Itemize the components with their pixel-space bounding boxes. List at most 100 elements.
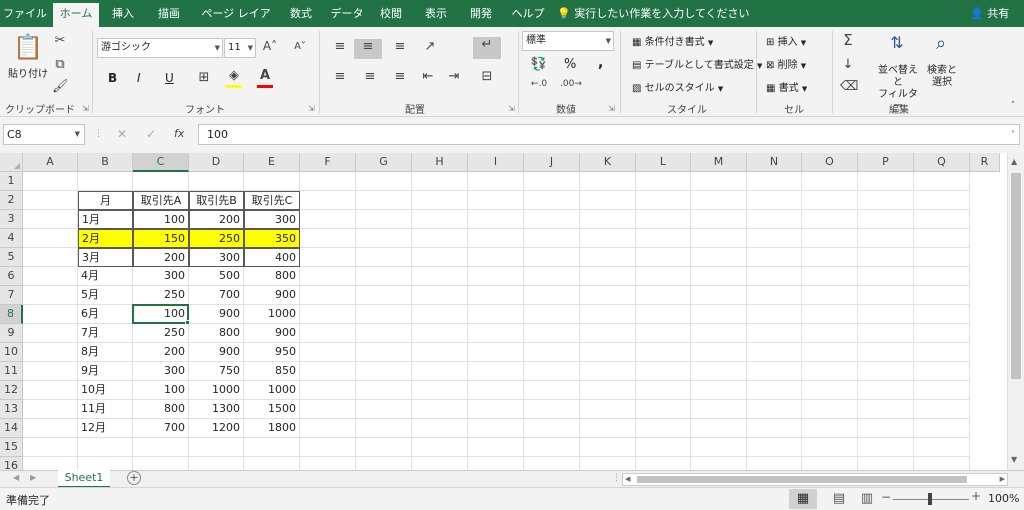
table-header-cell[interactable]: 取引先B — [189, 191, 244, 210]
tab-page-layout[interactable]: ページ レイアウト — [196, 0, 276, 47]
cell-o12[interactable] — [802, 381, 858, 400]
insert-function-button[interactable]: fx — [174, 127, 184, 140]
column-header-g[interactable]: G — [356, 153, 412, 172]
tab-draw[interactable]: 描画 — [150, 0, 188, 27]
cell-h8[interactable] — [412, 305, 468, 324]
row-header-2[interactable]: 2 — [0, 191, 23, 210]
cell-o15[interactable] — [802, 438, 858, 457]
cell-j13[interactable] — [524, 400, 580, 419]
cell-o9[interactable] — [802, 324, 858, 343]
cell-f11[interactable] — [300, 362, 356, 381]
cell-g13[interactable] — [356, 400, 412, 419]
cell-m16[interactable] — [691, 457, 747, 470]
cell-b12[interactable]: 10月 — [78, 381, 133, 400]
cell-d6[interactable]: 500 — [189, 267, 244, 286]
cell-f12[interactable] — [300, 381, 356, 400]
cell-f4[interactable] — [300, 229, 356, 248]
cell-m12[interactable] — [691, 381, 747, 400]
cell-a16[interactable] — [23, 457, 78, 470]
cell-q11[interactable] — [914, 362, 970, 381]
increase-decimal-icon[interactable]: ←.0 — [530, 79, 548, 89]
find-select-icon[interactable]: ⌕ — [929, 33, 953, 54]
cell-p13[interactable] — [858, 400, 914, 419]
cell-h7[interactable] — [412, 286, 468, 305]
cell-h4[interactable] — [412, 229, 468, 248]
table-header-cell[interactable]: 月 — [78, 191, 133, 210]
cell-k3[interactable] — [580, 210, 636, 229]
cell-q16[interactable] — [914, 457, 970, 470]
cell-e3[interactable]: 300 — [244, 210, 300, 229]
font-launcher-icon[interactable]: ⇲ — [308, 104, 315, 113]
cell-j1[interactable] — [524, 172, 580, 191]
cell-m5[interactable] — [691, 248, 747, 267]
cell-o14[interactable] — [802, 419, 858, 438]
tab-insert[interactable]: 挿入 — [104, 0, 142, 27]
cell-h11[interactable] — [412, 362, 468, 381]
cell-o11[interactable] — [802, 362, 858, 381]
column-header-c[interactable]: C — [133, 153, 189, 172]
cell-e5[interactable]: 400 — [244, 248, 300, 267]
font-size-combo[interactable]: 11 ▼ — [224, 38, 256, 58]
cell-i11[interactable] — [468, 362, 524, 381]
cell-h12[interactable] — [412, 381, 468, 400]
zoom-slider-thumb[interactable] — [928, 493, 932, 505]
grow-font-icon[interactable]: A˄ — [262, 39, 278, 53]
cell-g6[interactable] — [356, 267, 412, 286]
cell-p1[interactable] — [858, 172, 914, 191]
cell-c14[interactable]: 700 — [133, 419, 189, 438]
cell-a1[interactable] — [23, 172, 78, 191]
cell-h5[interactable] — [412, 248, 468, 267]
cell-m2[interactable] — [691, 191, 747, 210]
tab-split-grip-icon[interactable]: ⋮ — [612, 473, 621, 483]
cell-i1[interactable] — [468, 172, 524, 191]
align-bottom-icon[interactable]: ≡ — [392, 39, 408, 54]
cell-n8[interactable] — [747, 305, 802, 324]
cell-m13[interactable] — [691, 400, 747, 419]
cell-o13[interactable] — [802, 400, 858, 419]
cell-l15[interactable] — [636, 438, 691, 457]
cell-e4[interactable]: 350 — [244, 229, 300, 248]
cell-d9[interactable]: 800 — [189, 324, 244, 343]
cell-h14[interactable] — [412, 419, 468, 438]
cell-b10[interactable]: 8月 — [78, 343, 133, 362]
sort-filter-icon[interactable]: ⇅ — [884, 33, 910, 52]
cell-a7[interactable] — [23, 286, 78, 305]
column-header-j[interactable]: J — [524, 153, 580, 172]
merge-center-icon[interactable]: ⊟ — [478, 69, 496, 84]
tab-file[interactable]: ファイル — [0, 0, 50, 27]
add-sheet-icon[interactable]: + — [127, 471, 141, 485]
copy-icon[interactable]: ⧉ — [52, 57, 68, 72]
cut-icon[interactable]: ✂ — [52, 33, 68, 48]
tab-view[interactable]: 表示 — [418, 0, 454, 27]
sheet-tab-sheet1[interactable]: Sheet1 — [58, 470, 110, 488]
cell-i5[interactable] — [468, 248, 524, 267]
cell-j14[interactable] — [524, 419, 580, 438]
cell-g5[interactable] — [356, 248, 412, 267]
cell-e8[interactable]: 1000 — [244, 305, 300, 324]
cell-l16[interactable] — [636, 457, 691, 470]
font-name-combo[interactable]: 游ゴシック ▼ — [97, 38, 223, 58]
tab-formulas[interactable]: 数式 — [283, 0, 319, 27]
cell-c1[interactable] — [133, 172, 189, 191]
find-select-button[interactable]: 検索と 選択 — [926, 65, 958, 89]
cell-e11[interactable]: 850 — [244, 362, 300, 381]
cancel-icon[interactable]: ✕ — [117, 127, 127, 141]
cell-p16[interactable] — [858, 457, 914, 470]
cell-o6[interactable] — [802, 267, 858, 286]
cell-q10[interactable] — [914, 343, 970, 362]
cell-a15[interactable] — [23, 438, 78, 457]
cell-n2[interactable] — [747, 191, 802, 210]
cell-p10[interactable] — [858, 343, 914, 362]
cell-b4[interactable]: 2月 — [78, 229, 133, 248]
cell-i10[interactable] — [468, 343, 524, 362]
row-header-12[interactable]: 12 — [0, 381, 23, 400]
wrap-text-icon[interactable]: ↵ — [473, 37, 501, 59]
share-button[interactable]: 👤 共有 — [970, 0, 1009, 27]
cell-k15[interactable] — [580, 438, 636, 457]
cell-p11[interactable] — [858, 362, 914, 381]
cell-b7[interactable]: 5月 — [78, 286, 133, 305]
cell-c12[interactable]: 100 — [133, 381, 189, 400]
cell-h2[interactable] — [412, 191, 468, 210]
cell-e14[interactable]: 1800 — [244, 419, 300, 438]
cell-i3[interactable] — [468, 210, 524, 229]
